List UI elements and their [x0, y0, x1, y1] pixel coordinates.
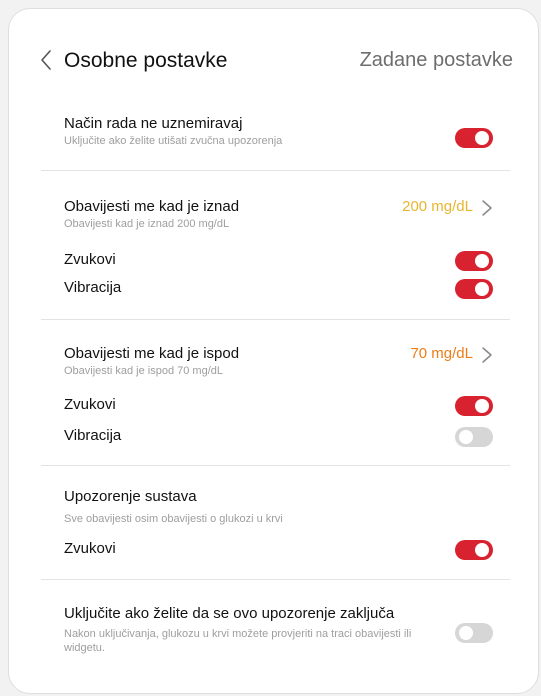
back-arrow-icon[interactable] [39, 49, 53, 71]
chevron-right-icon [482, 347, 492, 363]
high-threshold-row[interactable]: Obavijesti me kad je iznad Obavijesti ka… [64, 198, 493, 230]
divider [41, 579, 510, 580]
low-vibration-row[interactable]: Vibracija [64, 427, 493, 447]
chevron-right-icon [482, 200, 492, 216]
toggle-knob [459, 626, 473, 640]
low-vibration-label: Vibracija [64, 427, 122, 444]
page-title: Osobne postavke [64, 49, 228, 72]
high-sounds-toggle[interactable] [455, 251, 493, 271]
low-threshold-row[interactable]: Obavijesti me kad je ispod Obavijesti ka… [64, 345, 493, 377]
divider [41, 465, 510, 466]
system-alert-title: Upozorenje sustava [64, 488, 197, 505]
header: Osobne postavke Zadane postavke [9, 41, 538, 85]
toggle-knob [475, 282, 489, 296]
lock-alert-row[interactable]: Uključite ako želite da se ovo upozorenj… [64, 605, 493, 655]
system-sounds-label: Zvukovi [64, 540, 116, 557]
low-vibration-toggle[interactable] [455, 427, 493, 447]
divider [41, 170, 510, 171]
toggle-knob [475, 131, 489, 145]
low-sounds-label: Zvukovi [64, 396, 116, 413]
high-sounds-row[interactable]: Zvukovi [64, 251, 493, 271]
high-threshold-value: 200 mg/dL [402, 198, 473, 215]
settings-card: Osobne postavke Zadane postavke Način ra… [8, 8, 539, 694]
dnd-subtitle: Uključite ako želite utišati zvučna upoz… [64, 135, 283, 147]
lock-alert-subtitle: Nakon uključivanja, glukozu u krvi možet… [64, 628, 412, 654]
high-threshold-subtitle: Obavijesti kad je iznad 200 mg/dL [64, 218, 230, 230]
system-sounds-row[interactable]: Zvukovi [64, 540, 493, 560]
divider [41, 319, 510, 320]
toggle-knob [459, 430, 473, 444]
high-vibration-toggle[interactable] [455, 279, 493, 299]
dnd-row[interactable]: Način rada ne uznemiravaj Uključite ako … [64, 115, 493, 148]
high-sounds-label: Zvukovi [64, 251, 116, 268]
lock-alert-title: Uključite ako želite da se ovo upozorenj… [64, 605, 395, 622]
low-sounds-toggle[interactable] [455, 396, 493, 416]
system-sounds-toggle[interactable] [455, 540, 493, 560]
default-settings-button[interactable]: Zadane postavke [360, 49, 513, 72]
high-vibration-row[interactable]: Vibracija [64, 279, 493, 299]
toggle-knob [475, 254, 489, 268]
high-vibration-label: Vibracija [64, 279, 122, 296]
system-alert-row: Upozorenje sustava Sve obavijesti osim o… [64, 488, 493, 525]
toggle-knob [475, 543, 489, 557]
toggle-knob [475, 399, 489, 413]
low-threshold-subtitle: Obavijesti kad je ispod 70 mg/dL [64, 365, 223, 377]
dnd-title: Način rada ne uznemiravaj [64, 115, 243, 132]
low-threshold-value: 70 mg/dL [410, 345, 473, 362]
low-sounds-row[interactable]: Zvukovi [64, 396, 493, 416]
dnd-toggle[interactable] [455, 128, 493, 148]
lock-alert-toggle[interactable] [455, 623, 493, 643]
system-alert-subtitle: Sve obavijesti osim obavijesti o glukozi… [64, 513, 283, 525]
